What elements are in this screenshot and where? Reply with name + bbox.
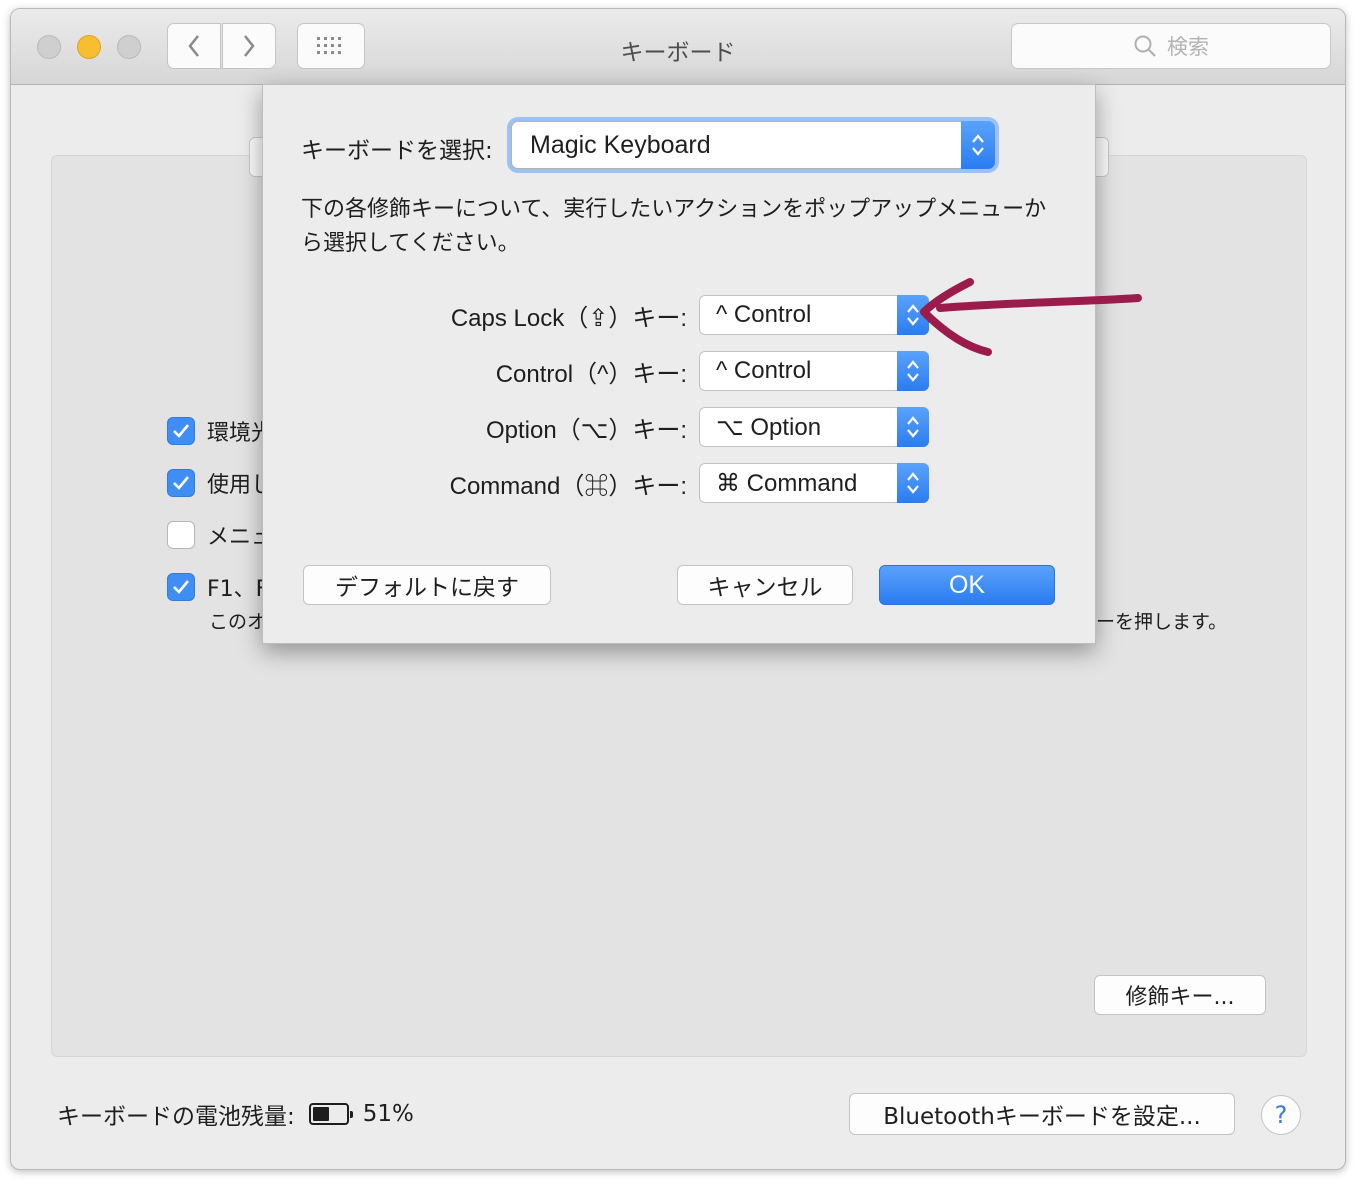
modifier-popup-value: ^ Control <box>716 357 812 384</box>
search-icon <box>1134 35 1156 57</box>
title-bar: キーボード 検索 <box>11 9 1345 85</box>
modifier-popup[interactable]: ⌘ Command <box>699 463 929 503</box>
stepper-arrows-icon <box>961 121 995 169</box>
modifier-label: Command（⌘）キー: <box>449 472 687 500</box>
modifier-row-option: Option（⌥）キー: ⌥ Option <box>263 407 1097 447</box>
checkbox[interactable] <box>167 573 195 601</box>
checkbox-label: F1、F <box>207 577 269 602</box>
setup-bluetooth-keyboard-button[interactable]: Bluetoothキーボードを設定... <box>849 1093 1235 1135</box>
ok-button[interactable]: OK <box>879 565 1055 605</box>
battery-status: キーボードの電池残量: 51% <box>57 1097 414 1131</box>
annotation-arrow-icon <box>920 278 1142 356</box>
checkbox[interactable] <box>167 417 195 445</box>
checkbox-row[interactable]: 使用し <box>167 467 273 499</box>
modifier-popup[interactable]: ⌥ Option <box>699 407 929 447</box>
checkmark-icon <box>173 424 190 438</box>
checkbox[interactable] <box>167 469 195 497</box>
modifier-label: Caps Lock（⇪）キー: <box>450 304 687 332</box>
battery-fill <box>312 1107 330 1121</box>
checkmark-icon <box>173 476 190 490</box>
modifier-popup-value: ⌘ Command <box>716 469 858 497</box>
checkmark-icon <box>173 580 190 594</box>
keyboard-select-label: キーボードを選択: <box>301 138 493 164</box>
battery-percent: 51% <box>362 1101 414 1127</box>
restore-defaults-button[interactable]: デフォルトに戻す <box>303 565 551 605</box>
checkbox-row[interactable]: F1、F <box>167 571 268 603</box>
modifier-keys-button[interactable]: 修飾キー... <box>1094 975 1266 1015</box>
modifier-row-command: Command（⌘）キー: ⌘ Command <box>263 463 1097 503</box>
modifier-popup[interactable]: ^ Control <box>699 351 929 391</box>
modifier-popup[interactable]: ^ Control <box>699 295 929 335</box>
checkbox-row[interactable]: 環境光 <box>167 415 273 447</box>
checkbox-row[interactable]: メニュ <box>167 519 273 551</box>
stepper-arrows-icon <box>897 407 929 447</box>
modifier-label: Control（^）キー: <box>495 360 687 388</box>
battery-label: キーボードの電池残量: <box>57 1104 295 1130</box>
instructions-text: 下の各修飾キーについて、実行したいアクションをポップアップメニューから選択してく… <box>301 197 1047 256</box>
stepper-arrows-icon <box>897 463 929 503</box>
search-placeholder: 検索 <box>1167 35 1209 59</box>
modifier-popup-value: ⌥ Option <box>716 413 822 441</box>
battery-icon <box>308 1103 353 1125</box>
help-button[interactable]: ? <box>1261 1095 1301 1135</box>
cancel-button[interactable]: キャンセル <box>677 565 853 605</box>
modifier-popup-value: ^ Control <box>716 301 812 328</box>
checkbox[interactable] <box>167 521 195 549</box>
keyboard-select-value: Magic Keyboard <box>530 130 711 159</box>
checkbox-note-tail: ーを押します。 <box>1096 611 1228 633</box>
checkbox-note: このオ <box>209 611 267 633</box>
search-field[interactable]: 検索 <box>1011 23 1331 69</box>
keyboard-select[interactable]: Magic Keyboard <box>511 121 995 169</box>
modifier-label: Option（⌥）キー: <box>485 416 687 444</box>
